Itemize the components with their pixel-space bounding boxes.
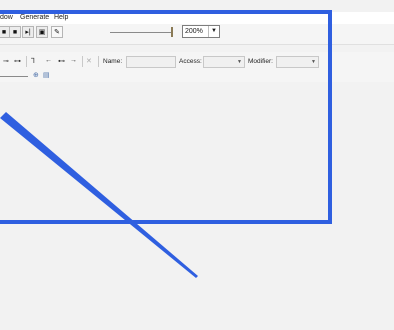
annotation-arrow bbox=[0, 112, 198, 278]
annotation-line bbox=[0, 112, 198, 278]
